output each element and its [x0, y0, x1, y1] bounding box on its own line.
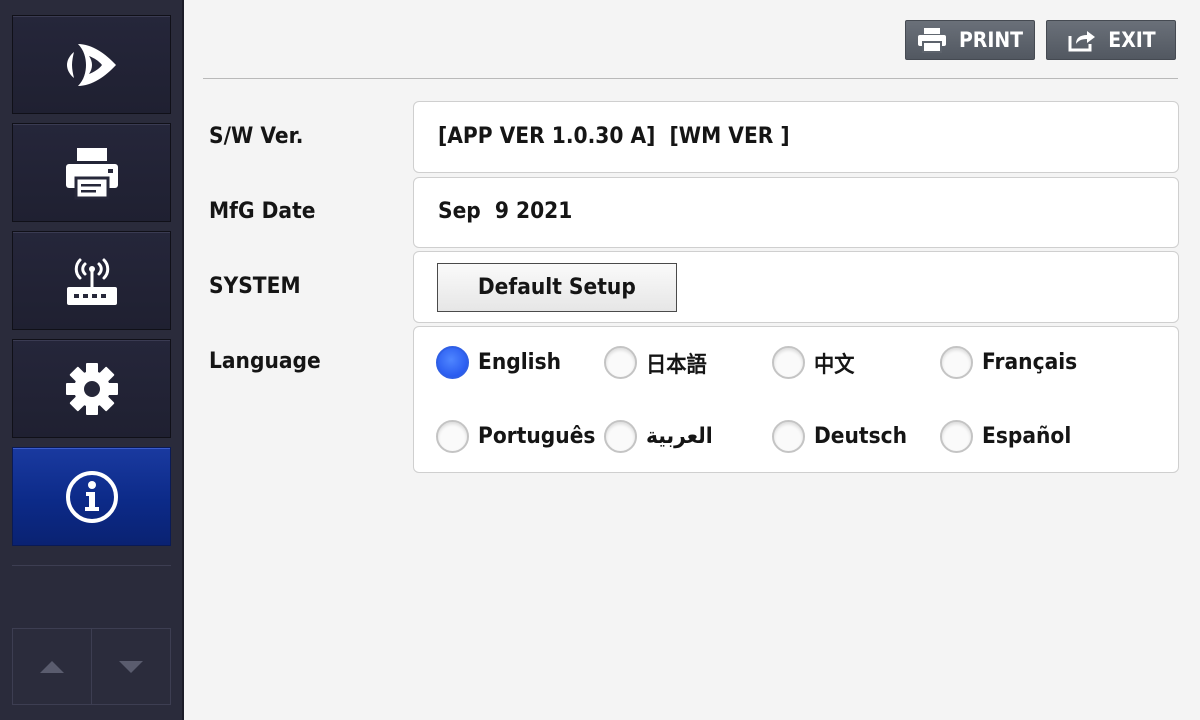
brand-logo-icon: [66, 43, 116, 86]
nav-settings-button[interactable]: [12, 339, 171, 438]
printer-icon: [917, 28, 946, 53]
language-option-arabic[interactable]: العربية: [604, 420, 719, 453]
mfg-date-value: Sep 9 2021: [438, 199, 573, 224]
mfg-date-label: MfG Date: [209, 199, 316, 224]
nav-info-button[interactable]: [12, 447, 171, 546]
radio-button[interactable]: [436, 420, 469, 453]
language-box: English 日本語 中文 Français Português العربي…: [413, 326, 1179, 473]
info-icon: [65, 470, 118, 523]
triangle-up-icon: [40, 660, 64, 673]
language-option-label: 中文: [814, 352, 855, 378]
radio-button[interactable]: [940, 420, 973, 453]
gear-icon: [65, 362, 118, 415]
sw-ver-label: S/W Ver.: [209, 124, 304, 149]
sidebar-divider: [12, 565, 171, 566]
language-label: Language: [209, 349, 321, 374]
language-option-portuguese[interactable]: Português: [436, 420, 606, 453]
nav-network-button[interactable]: [12, 231, 171, 330]
radio-button[interactable]: [604, 346, 637, 379]
nav-printer-button[interactable]: [12, 123, 171, 222]
mfg-date-box: Sep 9 2021: [413, 177, 1179, 248]
language-option-label: Français: [982, 350, 1078, 375]
system-box: Default Setup: [413, 251, 1179, 323]
system-label: SYSTEM: [209, 274, 301, 299]
sidebar: [0, 0, 184, 720]
language-option-label: Deutsch: [814, 424, 908, 449]
sw-ver-value: [APP VER 1.0.30 A] [WM VER ]: [438, 124, 790, 149]
sw-ver-box: [APP VER 1.0.30 A] [WM VER ]: [413, 101, 1179, 173]
language-option-english[interactable]: English: [436, 346, 568, 379]
language-option-label: العربية: [646, 424, 713, 449]
printer-icon: [65, 147, 118, 199]
nav-home-button[interactable]: [12, 15, 171, 114]
radio-button[interactable]: [940, 346, 973, 379]
exit-button[interactable]: EXIT: [1046, 20, 1176, 60]
radio-button[interactable]: [604, 420, 637, 453]
language-option-label: English: [478, 350, 562, 375]
language-option-label: Português: [478, 424, 596, 449]
radio-button-checked[interactable]: [436, 346, 469, 379]
triangle-down-icon: [119, 660, 143, 673]
exit-label: EXIT: [1108, 28, 1156, 52]
header-divider: [203, 78, 1178, 79]
language-option-japanese[interactable]: 日本語: [604, 346, 712, 379]
default-setup-label: Default Setup: [478, 275, 636, 300]
scroll-down-button[interactable]: [91, 629, 170, 704]
wireless-router-icon: [66, 258, 117, 305]
print-button[interactable]: PRINT: [905, 20, 1035, 60]
scroll-controls: [12, 628, 171, 705]
default-setup-button[interactable]: Default Setup: [437, 263, 677, 312]
radio-button[interactable]: [772, 346, 805, 379]
language-option-chinese[interactable]: 中文: [772, 346, 858, 379]
language-option-spanish[interactable]: Español: [940, 420, 1079, 453]
radio-button[interactable]: [772, 420, 805, 453]
language-option-german[interactable]: Deutsch: [772, 420, 915, 453]
language-option-label: 日本語: [646, 352, 707, 378]
language-option-french[interactable]: Français: [940, 346, 1086, 379]
print-label: PRINT: [958, 28, 1024, 52]
exit-icon: [1068, 31, 1096, 52]
scroll-up-button[interactable]: [13, 629, 91, 704]
language-option-label: Español: [982, 424, 1072, 449]
